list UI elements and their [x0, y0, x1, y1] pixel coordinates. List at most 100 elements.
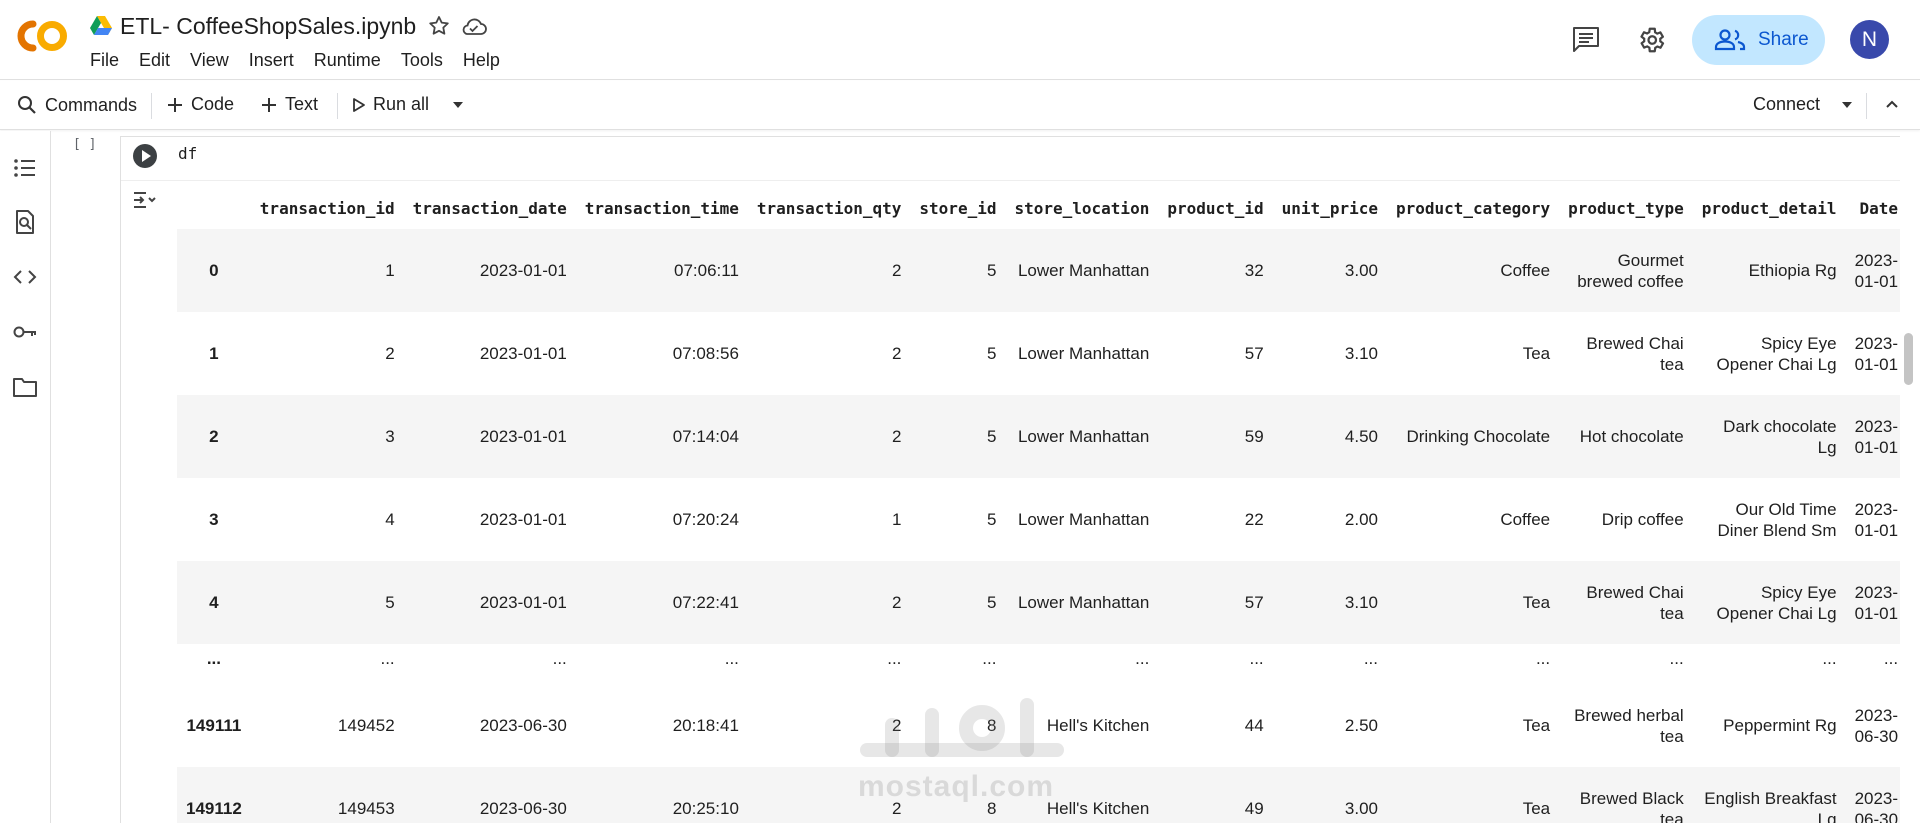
column-header: transaction_qty [756, 198, 902, 218]
table-cell: Tea [1522, 344, 1551, 363]
table-cell: 49 [1244, 799, 1264, 818]
column-header: product_detail [1701, 198, 1837, 218]
table-cell: 2023-06-30 [479, 716, 567, 735]
table-cell: 07:14:04 [672, 427, 739, 446]
cell-code[interactable]: df [178, 144, 197, 163]
drive-icon [90, 16, 112, 35]
column-header: transaction_time [584, 198, 739, 218]
menu-tools[interactable]: Tools [401, 50, 454, 71]
table-cell: 20:18:41 [672, 716, 739, 735]
table-cell: Brewed Chai tea [1586, 582, 1684, 623]
table-cell: 2 [891, 593, 902, 612]
menu-help[interactable]: Help [463, 50, 511, 71]
table-cell: 2 [385, 344, 395, 363]
table-cell: ... [887, 649, 902, 668]
table-cell: 07:22:41 [672, 593, 739, 612]
table-cell: Tea [1522, 716, 1551, 735]
gear-icon[interactable] [1636, 25, 1666, 55]
menu-edit[interactable]: Edit [139, 50, 181, 71]
comment-icon[interactable] [1571, 25, 1601, 53]
table-cell: English Breakfast Lg [1704, 788, 1837, 823]
table-cell: 22 [1244, 510, 1264, 529]
share-button[interactable]: Share [1692, 15, 1825, 65]
table-cell: Gourmet brewed coffee [1577, 250, 1684, 291]
chevron-down-icon[interactable] [1841, 100, 1853, 110]
cloud-icon[interactable] [460, 15, 488, 39]
table-cell: Hot chocolate [1579, 427, 1684, 446]
table-cell: ... [1249, 649, 1264, 668]
notebook-toolbar: Commands Code Text Run all Connect [0, 81, 1920, 130]
menu-insert[interactable]: Insert [249, 50, 305, 71]
table-cell: ... [1363, 649, 1378, 668]
table-cell: 57 [1244, 344, 1264, 363]
table-cell: ... [1883, 649, 1899, 668]
menu-file[interactable]: File [90, 50, 130, 71]
output-toggle-icon[interactable] [132, 189, 158, 211]
table-cell: 44 [1244, 716, 1264, 735]
table-cell: 2023-01-01 [1854, 250, 1899, 291]
table-cell: Lower Manhattan [1017, 593, 1150, 612]
add-text-button[interactable]: Text [260, 94, 318, 115]
row-index: ... [206, 649, 221, 668]
vertical-scrollbar[interactable] [1904, 333, 1913, 385]
table-cell: 5 [987, 593, 997, 612]
toolbar-divider [1866, 93, 1867, 119]
find-icon[interactable] [12, 209, 38, 235]
table-cell: 3.10 [1344, 593, 1378, 612]
table-cell: Brewed Chai tea [1586, 333, 1684, 374]
table-row: 2 3 2023-01-01 07:14:04 2 5 Lower Manhattan 59 4… [177, 395, 1900, 478]
table-cell: Brewed Black tea [1579, 788, 1684, 823]
row-index: 149111 [186, 716, 242, 735]
chevron-down-icon[interactable] [452, 100, 464, 110]
table-row: ....................................... [177, 644, 1900, 684]
table-cell: 2023-01-01 [479, 261, 567, 280]
table-cell: Lower Manhattan [1017, 510, 1150, 529]
menu-view[interactable]: View [190, 50, 240, 71]
colab-logo-icon[interactable] [14, 16, 74, 56]
connect-button[interactable]: Connect [1753, 94, 1820, 115]
table-cell: Lower Manhattan [1017, 344, 1150, 363]
table-cell: Ethiopia Rg [1748, 261, 1837, 280]
key-icon[interactable] [12, 319, 38, 345]
menu-runtime[interactable]: Runtime [314, 50, 392, 71]
table-cell: 3.00 [1344, 261, 1378, 280]
table-cell: 3.00 [1344, 799, 1378, 818]
toc-icon[interactable] [12, 155, 38, 181]
table-cell: ... [1669, 649, 1684, 668]
table-cell: 4.50 [1344, 427, 1378, 446]
share-label: Share [1758, 29, 1809, 50]
table-cell: 07:08:56 [672, 344, 739, 363]
avatar[interactable]: N [1850, 20, 1889, 59]
column-header: transaction_date [412, 198, 567, 218]
table-cell: 2023-01-01 [1854, 582, 1899, 623]
table-cell: 5 [385, 593, 395, 612]
left-rail [0, 131, 51, 823]
table-row: 3 4 2023-01-01 07:20:24 1 5 Lower Manhattan 22 2… [177, 478, 1900, 561]
run-all-button[interactable]: Run all [352, 94, 429, 115]
watermark-text: mostaql.com [858, 770, 1055, 803]
folder-icon[interactable] [12, 374, 38, 400]
code-icon[interactable] [12, 264, 38, 290]
add-code-button[interactable]: Code [166, 94, 234, 115]
table-cell: 2.50 [1344, 716, 1378, 735]
search-icon [18, 96, 36, 114]
table-cell: Spicy Eye Opener Chai Lg [1716, 333, 1837, 374]
table-cell: Tea [1522, 799, 1551, 818]
star-icon[interactable] [427, 14, 451, 38]
table-cell: 2023-01-01 [479, 344, 567, 363]
commands-button[interactable]: Commands [16, 94, 137, 116]
chevron-up-icon[interactable] [1885, 98, 1899, 110]
table-cell: 4 [385, 510, 395, 529]
notebook-title[interactable]: ETL- CoffeeShopSales.ipynb [120, 13, 416, 40]
table-cell: 2.00 [1344, 510, 1378, 529]
table-cell: 2023-06-30 [479, 799, 567, 818]
table-cell: 2023-01-01 [1854, 499, 1899, 540]
table-cell: Lower Manhattan [1017, 427, 1150, 446]
run-cell-button[interactable] [133, 144, 157, 168]
toolbar-divider [337, 93, 338, 119]
table-cell: Hell's Kitchen [1046, 716, 1150, 735]
table-cell: ... [1135, 649, 1150, 668]
table-row: 149111 149452 2023-06-30 20:18:41 2 8 Hell's K… [177, 684, 1900, 767]
table-cell: 2023-06-30 [1854, 788, 1899, 823]
dataframe-output: transaction_id transaction_date transact… [177, 187, 1900, 823]
